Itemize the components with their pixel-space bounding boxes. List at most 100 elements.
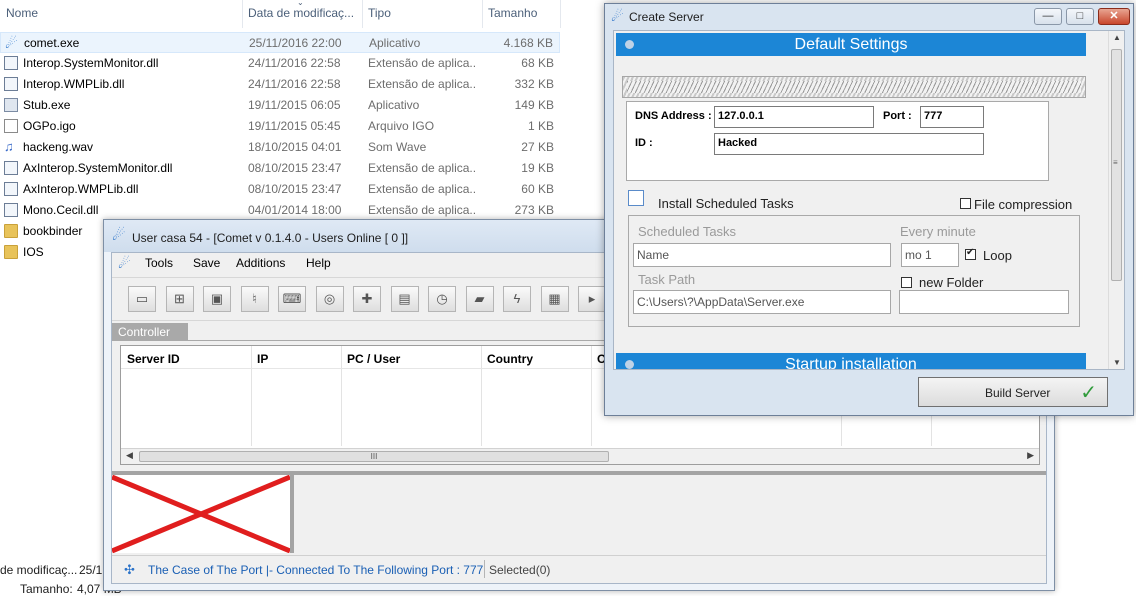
dll-icon <box>4 161 18 175</box>
every-minute-label: Every minute <box>900 224 976 239</box>
file-row[interactable]: Mono.Cecil.dll 04/01/2014 18:00 Extensão d… <box>0 200 560 221</box>
more-icon[interactable]: ▸ <box>578 286 606 312</box>
column-date[interactable]: Data de modificaç... <box>248 6 354 20</box>
file-name: comet.exe <box>24 36 80 50</box>
new-folder-input[interactable] <box>899 290 1069 314</box>
create-server-title: Create Server <box>629 10 704 24</box>
column-size[interactable]: Tamanho <box>488 6 537 20</box>
tab-controller[interactable]: Controller <box>112 323 188 341</box>
section-collapse-icon <box>625 360 634 369</box>
hdd-icon[interactable]: ▤ <box>390 286 419 312</box>
stopwatch-icon[interactable]: ◷ <box>428 286 456 312</box>
id-input[interactable]: Hacked <box>714 133 984 155</box>
dns-input[interactable]: 127.0.0.1 <box>714 106 874 128</box>
dll-icon <box>4 203 18 217</box>
section-default-settings[interactable]: Default Settings <box>616 33 1086 56</box>
file-type: Aplicativo <box>369 36 421 50</box>
folder-icon <box>4 224 18 238</box>
scroll-down-icon[interactable]: ▼ <box>1113 358 1121 367</box>
file-row[interactable]: ♫ hackeng.wav 18/10/2015 04:01 Som Wave 27 K… <box>0 137 560 158</box>
preview-missing-image <box>111 474 294 554</box>
file-type: Extensão de aplica... <box>368 203 476 217</box>
file-row[interactable]: OGPo.igo 19/11/2015 05:45 Arquivo IGO 1 KB <box>0 116 560 137</box>
comet-app-icon: ☄ <box>611 8 624 24</box>
close-button[interactable]: ✕ <box>1098 8 1130 25</box>
file-row[interactable]: Stub.exe 19/11/2015 06:05 Aplicativo 149 KB <box>0 95 560 116</box>
port-input[interactable]: 777 <box>920 106 984 128</box>
loop-checkbox[interactable] <box>965 247 976 260</box>
file-row[interactable]: AxInterop.WMPLib.dll 08/10/2015 23:47 Exte… <box>0 179 560 200</box>
col-country[interactable]: Country <box>487 352 533 366</box>
section-startup-installation[interactable]: Startup installation <box>616 353 1086 369</box>
chip-icon[interactable]: ▦ <box>540 286 569 312</box>
keyboard-icon[interactable]: ⌨ <box>278 286 306 312</box>
exe-icon <box>4 98 18 112</box>
col-server-id[interactable]: Server ID <box>127 352 180 366</box>
file-name: OGPo.igo <box>23 119 76 133</box>
file-size: 1 KB <box>527 119 554 133</box>
install-tasks-checkbox[interactable] <box>628 190 644 206</box>
file-compression-label: File compression <box>974 197 1073 212</box>
column-type[interactable]: Tipo <box>368 6 391 20</box>
remote-desktop-icon[interactable]: ▣ <box>203 286 231 312</box>
maximize-button[interactable]: □ <box>1066 8 1094 25</box>
power-icon[interactable]: ϟ <box>503 286 531 312</box>
file-row[interactable]: AxInterop.SystemMonitor.dll 08/10/2015 23… <box>0 158 560 179</box>
column-divider <box>482 0 483 28</box>
file-row[interactable]: Interop.WMPLib.dll 24/11/2016 22:58 Extens… <box>0 74 560 95</box>
microphone-icon[interactable]: ♮ <box>240 286 269 312</box>
file-size: 149 KB <box>514 98 554 112</box>
new-folder-label: new Folder <box>919 275 984 290</box>
network-icon: ✣ <box>124 562 135 577</box>
webcam-icon[interactable]: ◎ <box>315 286 344 312</box>
menu-tools[interactable]: Tools <box>145 256 173 270</box>
build-server-button[interactable]: Build Server ✓ <box>918 377 1108 407</box>
install-tasks-label: Install Scheduled Tasks <box>658 196 794 211</box>
windows-icon[interactable]: ⊞ <box>165 286 194 312</box>
col-pc-user[interactable]: PC / User <box>347 352 400 366</box>
new-folder-checkbox[interactable] <box>901 277 912 288</box>
monitor-icon[interactable]: ▭ <box>128 286 156 312</box>
file-icon <box>4 119 18 133</box>
scroll-left-icon[interactable]: ◀ <box>126 450 133 461</box>
file-row[interactable]: ☄ comet.exe 25/11/2016 22:00 Aplicativo 4.16… <box>0 32 560 53</box>
file-date: 24/11/2016 22:58 <box>248 77 341 91</box>
every-minute-input[interactable]: mo 1 <box>901 243 959 267</box>
grid-horizontal-scrollbar[interactable]: ◀ III ▶ <box>121 448 1039 464</box>
task-path-input[interactable]: C:\Users\?\AppData\Server.exe <box>633 290 891 314</box>
comet-menu-icon[interactable]: ☄ <box>118 255 131 272</box>
id-label: ID : <box>635 137 653 149</box>
progress-stripe-bar <box>622 76 1086 98</box>
settings-vertical-scrollbar[interactable]: ▲ ≡ ▼ <box>1108 31 1124 369</box>
dll-icon <box>4 77 18 91</box>
scroll-right-icon[interactable]: ▶ <box>1027 450 1034 461</box>
minimize-button[interactable]: — <box>1034 8 1062 25</box>
file-size: 273 KB <box>514 203 554 217</box>
file-compression-checkbox[interactable] <box>960 198 971 209</box>
file-type: Extensão de aplica... <box>368 56 476 70</box>
scrollbar-thumb[interactable]: III <box>139 451 609 462</box>
scrollbar-thumb[interactable]: ≡ <box>1111 49 1122 281</box>
column-name[interactable]: Nome <box>6 6 38 20</box>
file-date: 04/01/2014 18:00 <box>248 203 342 217</box>
grid-divider <box>341 346 342 446</box>
column-divider <box>560 0 561 28</box>
col-ip[interactable]: IP <box>257 352 268 366</box>
file-name: AxInterop.SystemMonitor.dll <box>23 161 173 175</box>
scheduled-tasks-label: Scheduled Tasks <box>638 224 737 239</box>
scheduled-tasks-box: Scheduled Tasks Name Every minute mo 1 L… <box>628 215 1080 327</box>
puzzle-icon[interactable]: ✚ <box>353 286 381 312</box>
menu-help[interactable]: Help <box>306 256 331 270</box>
menu-save[interactable]: Save <box>193 256 220 270</box>
task-name-input[interactable]: Name <box>633 243 891 267</box>
section-default-title: Default Settings <box>794 36 908 53</box>
checkmark-icon: ✓ <box>1080 382 1097 404</box>
chat-icon[interactable]: ▰ <box>465 286 494 312</box>
file-date: 08/10/2015 23:47 <box>248 161 342 175</box>
create-server-titlebar[interactable]: ☄ Create Server — □ ✕ <box>605 4 1133 29</box>
menu-additions[interactable]: Additions <box>236 256 285 270</box>
file-type: Aplicativo <box>368 98 420 112</box>
scroll-up-icon[interactable]: ▲ <box>1113 33 1121 42</box>
file-row[interactable]: Interop.SystemMonitor.dll 24/11/2016 22:5… <box>0 53 560 74</box>
status-selected: Selected(0) <box>489 563 551 577</box>
